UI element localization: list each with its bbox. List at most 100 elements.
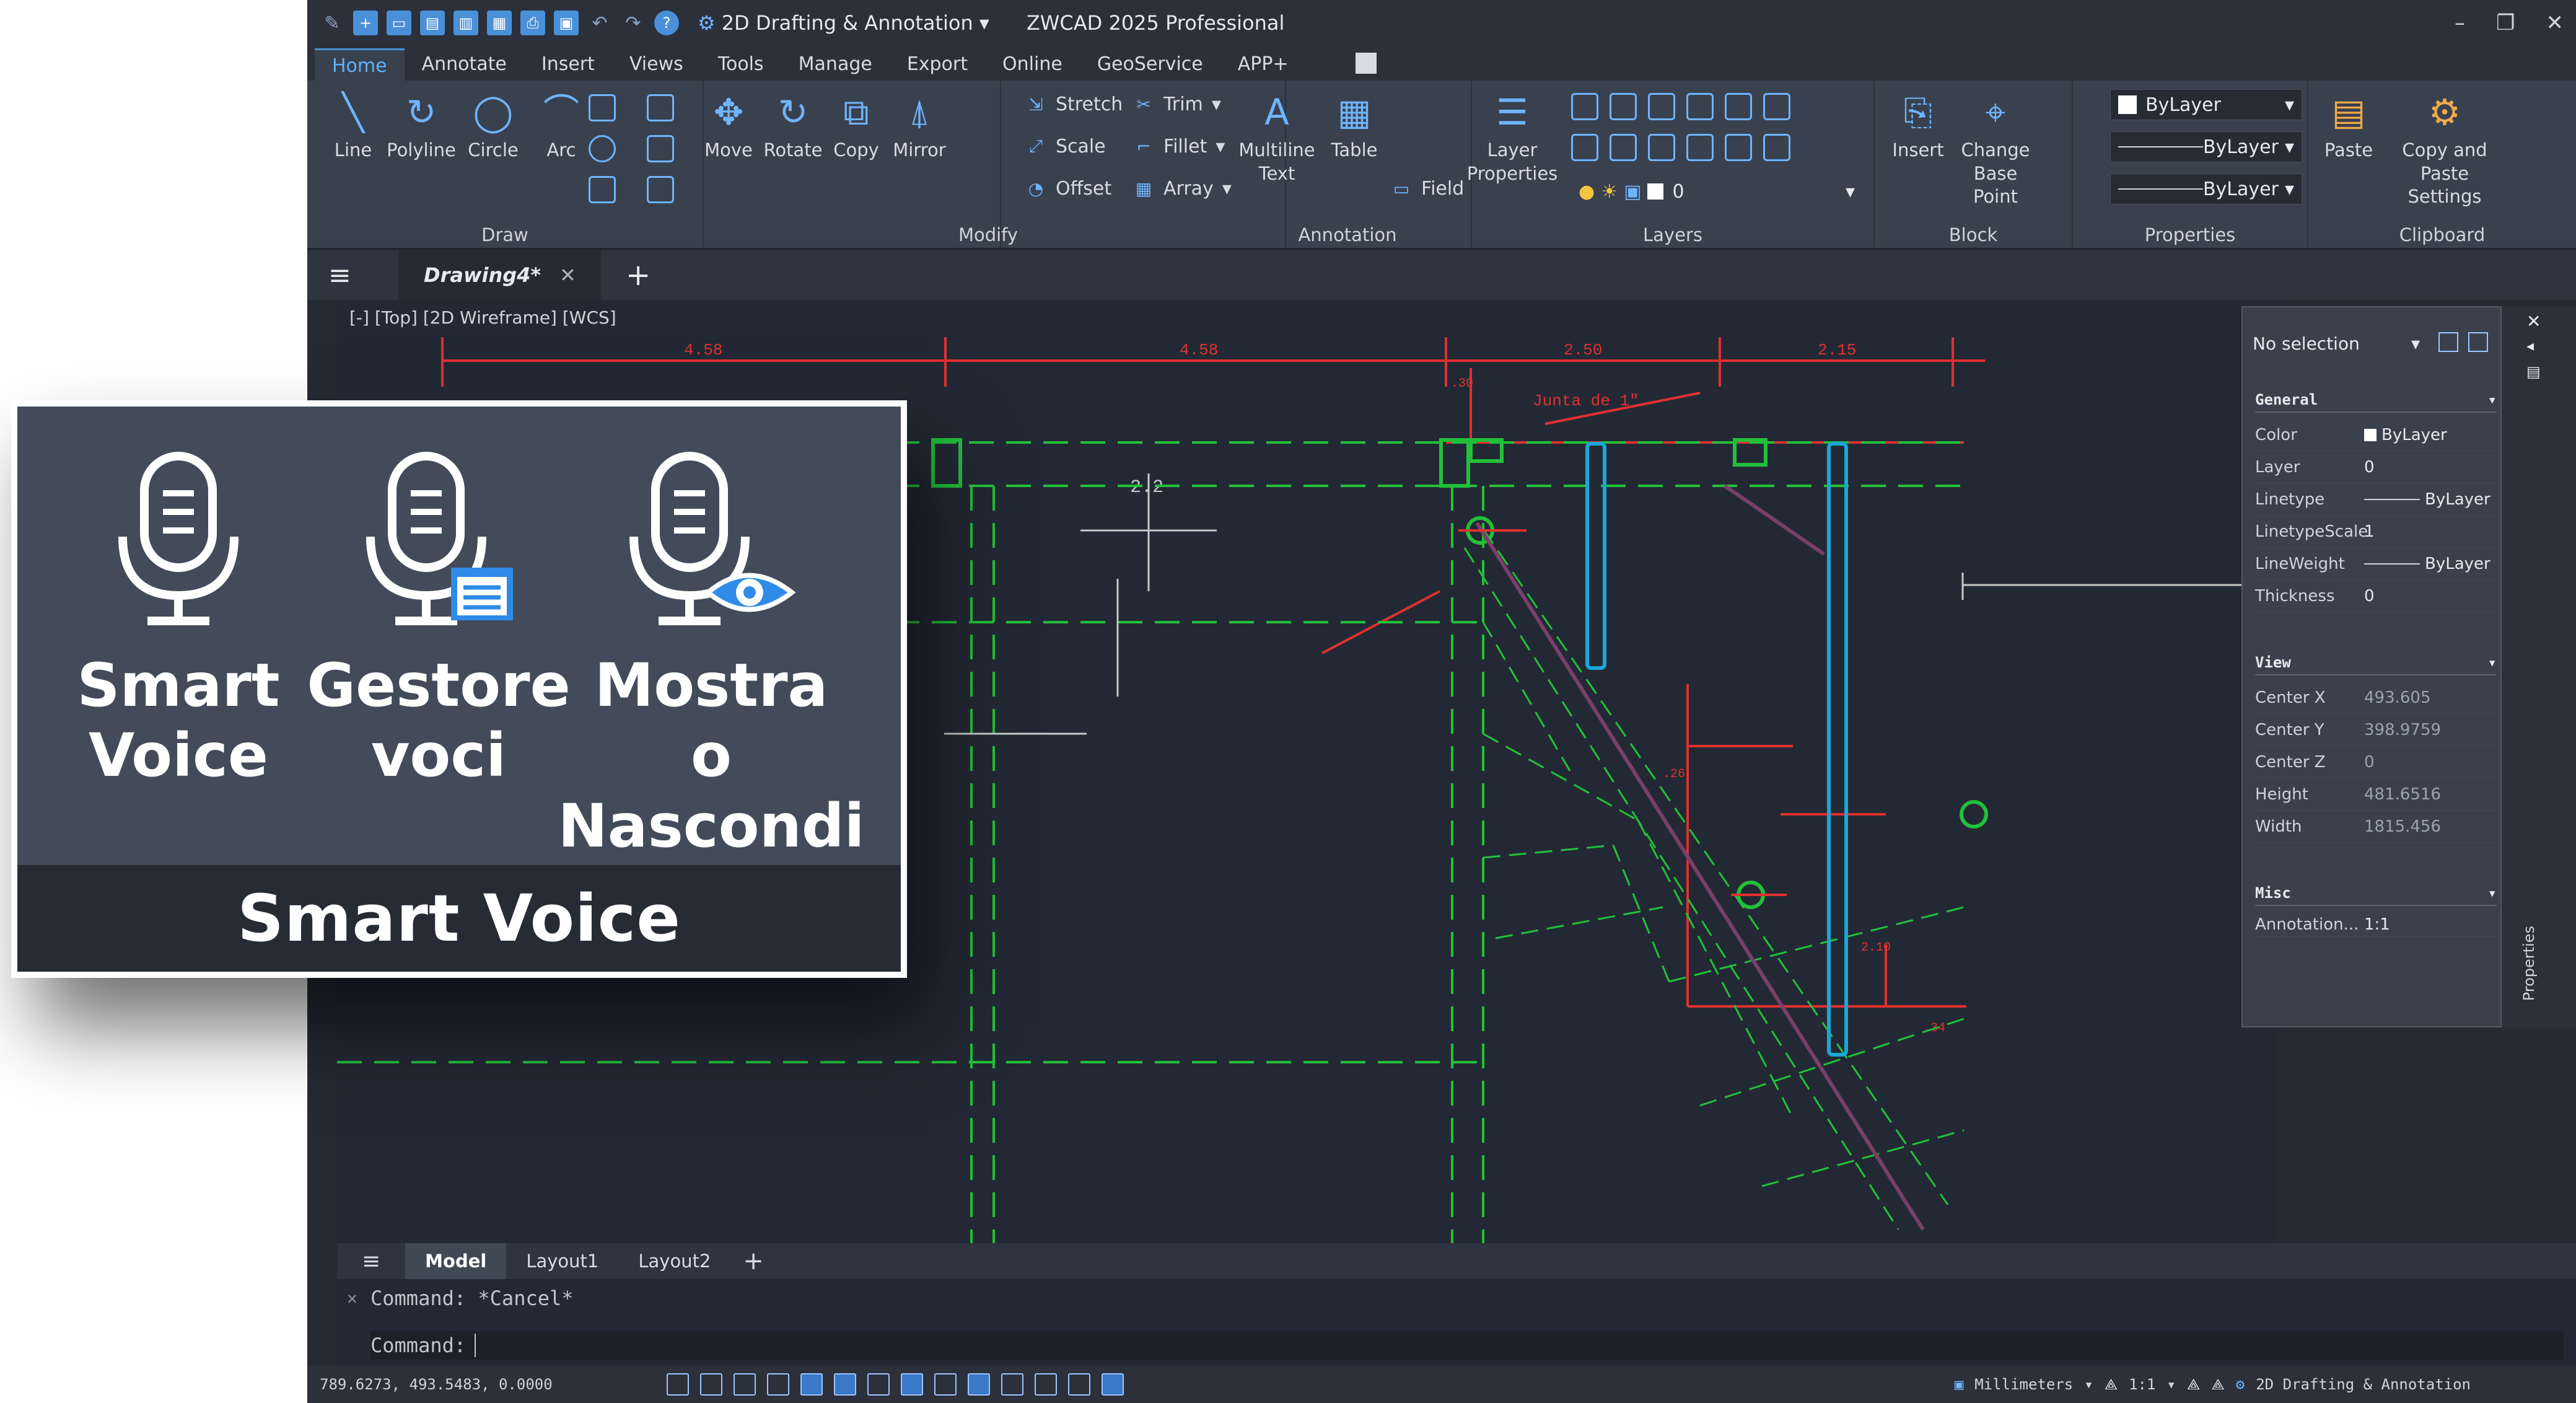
ortho-icon[interactable] xyxy=(734,1373,756,1396)
isolate-objects-icon[interactable] xyxy=(1102,1373,1124,1396)
dyn-icon[interactable] xyxy=(901,1373,923,1396)
ribbon-toggle-icon[interactable] xyxy=(1355,53,1377,74)
prop-row-center-x[interactable]: Center X 493.605 xyxy=(2255,682,2497,714)
layer-tool-icon[interactable] xyxy=(1571,134,1598,161)
linetype-dropdown[interactable]: ByLayer ▾ xyxy=(2110,131,2302,162)
prop-row-width[interactable]: Width 1815.456 xyxy=(2255,811,2497,843)
minimize-icon[interactable]: – xyxy=(2455,11,2465,35)
mirror-button[interactable]: ⍋ Mirror xyxy=(882,89,957,162)
layer-tool-icon[interactable] xyxy=(1571,93,1598,120)
close-panel-icon[interactable]: ✕ xyxy=(2526,311,2541,332)
group-title-properties[interactable]: Properties xyxy=(2073,224,2307,245)
layer-tool-icon[interactable] xyxy=(1725,134,1752,161)
command-input[interactable]: Command: xyxy=(370,1331,2564,1360)
layer-properties-button[interactable]: ☰ Layer Properties xyxy=(1467,89,1558,185)
trim-button[interactable]: ✂ Trim ▾ xyxy=(1132,93,1221,115)
insert-button[interactable]: ⎘ Insert xyxy=(1881,89,1955,162)
group-title-modify[interactable]: Modify xyxy=(691,224,1285,245)
region-icon[interactable] xyxy=(647,176,674,203)
prop-row-lineweight[interactable]: LineWeight ByLayer xyxy=(2255,548,2497,580)
section-misc[interactable]: Misc ▾ xyxy=(2255,881,2497,906)
selection-cycling-icon[interactable] xyxy=(1001,1373,1023,1396)
tab-app-plus[interactable]: APP+ xyxy=(1220,48,1306,81)
properties-side-label[interactable]: Properties xyxy=(2520,926,2538,1001)
group-title-draw[interactable]: Draw xyxy=(307,224,703,245)
section-general[interactable]: General ▾ xyxy=(2255,388,2497,413)
layer-tool-icon[interactable] xyxy=(1610,134,1637,161)
layer-tool-icon[interactable] xyxy=(1725,93,1752,120)
hatch-icon[interactable] xyxy=(589,176,616,203)
auto-hide-icon[interactable]: ◂ xyxy=(2526,337,2534,354)
restore-icon[interactable]: ❐ xyxy=(2496,11,2515,35)
panel-menu-icon[interactable]: ▤ xyxy=(2526,363,2541,380)
selection-dropdown[interactable]: No selection ▾ xyxy=(2253,328,2420,358)
tab-manage[interactable]: Manage xyxy=(781,48,890,81)
table-button[interactable]: ▦ Table xyxy=(1317,89,1391,162)
redo-icon[interactable]: ↷ xyxy=(621,11,646,35)
ellipse-icon[interactable] xyxy=(589,135,616,162)
workspace-switcher[interactable]: ⚙ 2D Drafting & Annotation ▾ xyxy=(698,11,989,35)
change-base-point-button[interactable]: ⌖ Change Base Point xyxy=(1949,89,2042,209)
workspace-gear-icon[interactable]: ⚙ xyxy=(2236,1376,2245,1393)
tab-online[interactable]: Online xyxy=(985,48,1080,81)
color-dropdown[interactable]: ByLayer ▾ xyxy=(2110,89,2302,120)
lineweight-icon[interactable] xyxy=(934,1373,957,1396)
polar-icon[interactable] xyxy=(767,1373,789,1396)
transparency-icon[interactable] xyxy=(968,1373,990,1396)
arc-button[interactable]: ⌒ Arc xyxy=(524,89,598,162)
tab-insert[interactable]: Insert xyxy=(524,48,612,81)
tab-home[interactable]: Home xyxy=(315,48,405,81)
customization-icon[interactable] xyxy=(1068,1373,1090,1396)
prop-row-linetypescale[interactable]: LinetypeScale 1 xyxy=(2255,516,2497,548)
prop-row-layer[interactable]: Layer 0 xyxy=(2255,451,2497,483)
save-as-icon[interactable]: ▥ xyxy=(453,11,478,35)
annotation-monitor-icon[interactable] xyxy=(1035,1373,1057,1396)
prop-row-linetype[interactable]: Linetype ByLayer xyxy=(2255,483,2497,516)
group-title-clipboard[interactable]: Clipboard xyxy=(2308,224,2576,245)
tab-tools[interactable]: Tools xyxy=(701,48,781,81)
undo-icon[interactable]: ↶ xyxy=(587,11,612,35)
otrack-icon[interactable] xyxy=(834,1373,856,1396)
prop-row-center-z[interactable]: Center Z0 xyxy=(2255,746,2497,778)
app-logo-icon[interactable]: ✎ xyxy=(320,11,344,35)
prop-row-center-y[interactable]: Center Y 398.9759 xyxy=(2255,714,2497,746)
prop-row-color[interactable]: Color ByLayer xyxy=(2255,419,2497,451)
ducs-icon[interactable] xyxy=(867,1373,890,1396)
model-space-icon[interactable] xyxy=(667,1373,689,1396)
coordinates-readout[interactable]: 789.6273, 493.5483, 0.0000 xyxy=(320,1376,553,1393)
save-icon[interactable]: ▤ xyxy=(420,11,445,35)
prop-row-thickness[interactable]: Thickness 0 xyxy=(2255,580,2497,612)
layer-tool-icon[interactable] xyxy=(1610,93,1637,120)
tab-model[interactable]: Model xyxy=(405,1243,507,1279)
copy-paste-settings-button[interactable]: ⚙ Copy and Paste Settings xyxy=(2377,89,2513,209)
group-title-annotation[interactable]: Annotation xyxy=(1224,224,1471,245)
fillet-button[interactable]: ⌐ Fillet ▾ xyxy=(1132,135,1225,157)
line-button[interactable]: ╲ Line xyxy=(316,89,390,162)
menu-icon[interactable]: ≡ xyxy=(362,1249,380,1274)
new-file-icon[interactable]: + xyxy=(353,11,378,35)
circle-button[interactable]: ◯ Circle xyxy=(456,89,530,162)
show-hide-item[interactable]: Mostra o Nascondi xyxy=(558,450,865,861)
layer-tool-icon[interactable] xyxy=(1763,134,1790,161)
select-objects-icon[interactable] xyxy=(2468,332,2488,352)
prop-row-annotation-scale[interactable]: Annotation... 1:1 xyxy=(2255,912,2497,937)
help-icon[interactable]: ? xyxy=(654,11,679,35)
layer-tool-icon[interactable] xyxy=(1686,93,1714,120)
open-file-icon[interactable]: ▭ xyxy=(387,11,411,35)
section-view[interactable]: View ▾ xyxy=(2255,651,2497,675)
layer-dropdown[interactable]: ● ☀ ▣ 0 ▾ xyxy=(1571,176,1862,207)
close-tab-icon[interactable]: ✕ xyxy=(559,263,576,287)
group-title-block[interactable]: Block xyxy=(1875,224,2072,245)
grid-icon[interactable] xyxy=(700,1373,722,1396)
status-workspace-label[interactable]: 2D Drafting & Annotation xyxy=(2256,1376,2471,1393)
save-all-icon[interactable]: ▦ xyxy=(487,11,512,35)
new-layout-icon[interactable]: + xyxy=(743,1247,764,1275)
move-button[interactable]: ✥ Move xyxy=(691,89,766,162)
stretch-button[interactable]: ⇲ Stretch xyxy=(1025,93,1123,115)
tab-drawing4[interactable]: Drawing4* ✕ xyxy=(399,250,601,300)
close-icon[interactable]: ✕ xyxy=(2546,11,2564,35)
units-label[interactable]: Millimeters xyxy=(1974,1376,2073,1393)
tab-geoservice[interactable]: GeoService xyxy=(1080,48,1220,81)
polyline-button[interactable]: ↻ Polyline xyxy=(384,89,458,162)
layer-tool-icon[interactable] xyxy=(1686,134,1714,161)
